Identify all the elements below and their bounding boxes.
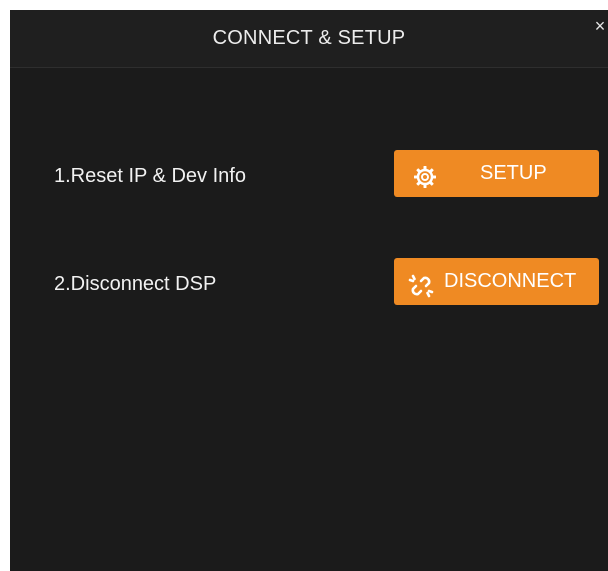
dialog-title: CONNECT & SETUP [212,27,406,49]
broken-link-icon [408,270,434,298]
setup-button-label: SETUP [480,162,547,184]
disconnect-button[interactable]: DISCONNECT [394,258,599,305]
connect-setup-dialog: CONNECT & SETUP × 1.Reset IP & Dev Info [10,10,608,571]
disconnect-dsp-label: 2.Disconnect DSP [54,273,217,295]
gear-icon [412,161,438,188]
disconnect-button-label: DISCONNECT [444,270,577,292]
reset-ip-label: 1.Reset IP & Dev Info [54,165,246,187]
close-icon[interactable]: × [592,16,608,36]
setup-button[interactable]: SETUP [394,150,599,197]
dialog-titlebar: CONNECT & SETUP × [10,10,608,68]
